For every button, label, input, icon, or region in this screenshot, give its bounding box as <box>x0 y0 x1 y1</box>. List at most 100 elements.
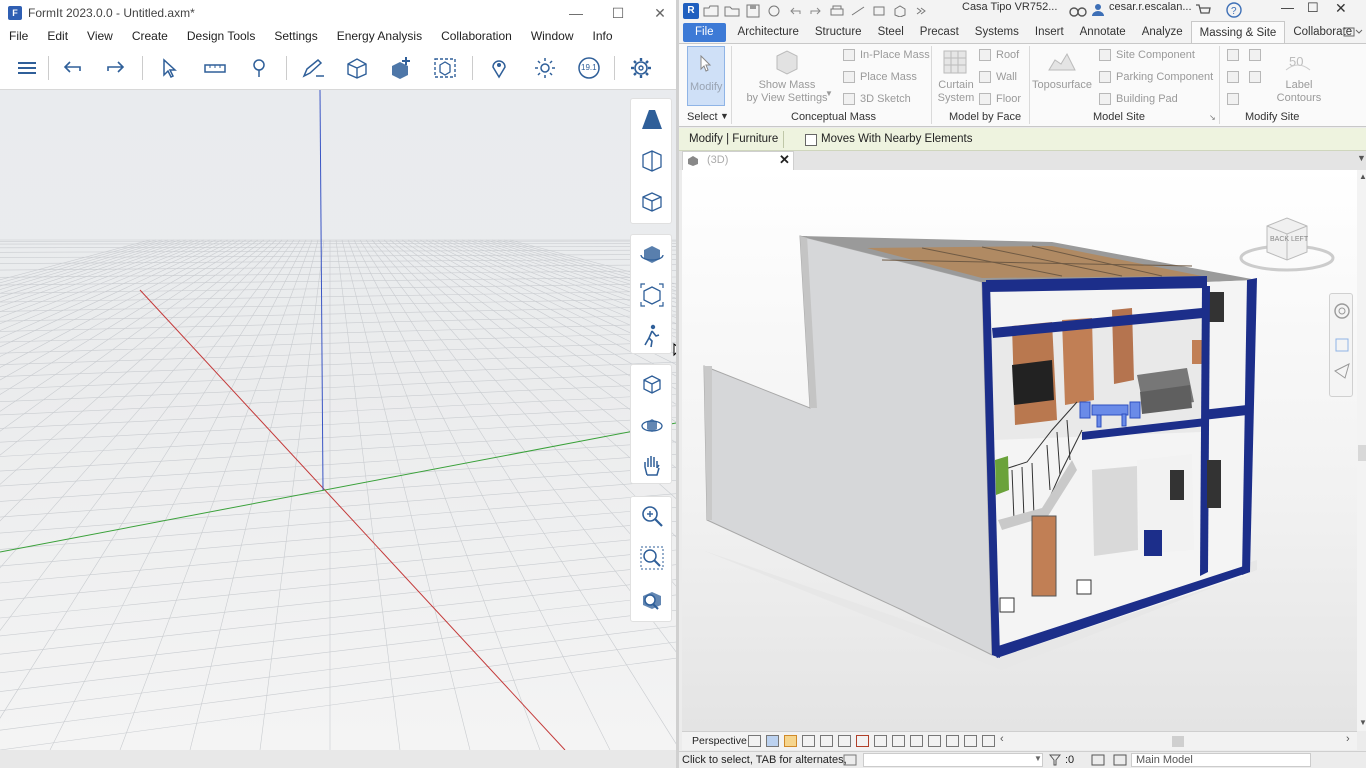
maximize-icon[interactable]: ☐ <box>598 0 638 26</box>
close-icon[interactable]: ✕ <box>640 0 676 26</box>
tag-icon[interactable] <box>870 4 888 18</box>
maximize-icon[interactable]: ☐ <box>1307 0 1319 16</box>
group-icon[interactable] <box>430 54 460 82</box>
wall-by-face-button[interactable]: Wall <box>979 71 1017 83</box>
open-icon[interactable] <box>702 4 720 18</box>
toposurface-button[interactable]: Toposurface <box>1031 79 1093 92</box>
parking-component-button[interactable]: Parking Component <box>1099 71 1213 83</box>
design-option-select[interactable]: ▼ <box>863 753 1043 767</box>
show-crop-icon[interactable] <box>856 735 869 747</box>
box-icon[interactable] <box>342 54 372 82</box>
open-folder-icon[interactable] <box>723 4 741 18</box>
tab-architecture[interactable]: Architecture <box>730 21 807 43</box>
visual-style-icon[interactable] <box>766 735 779 747</box>
view-cube-iso-icon[interactable] <box>637 187 667 217</box>
zoom-selection-icon[interactable] <box>637 585 667 615</box>
binoculars-icon[interactable] <box>1069 3 1087 17</box>
viewcube-back-label[interactable]: BACK <box>1270 236 1289 243</box>
close-icon[interactable]: ✕ <box>1335 0 1347 17</box>
crop-view-icon[interactable] <box>838 735 851 747</box>
formit-3d-canvas[interactable] <box>0 90 676 750</box>
active-workset-select[interactable]: Main Model <box>1131 753 1311 767</box>
property-line-button[interactable] <box>1249 71 1266 83</box>
scale-icon[interactable]: 19.1 <box>574 54 604 82</box>
merge-surfaces-button[interactable] <box>1249 49 1266 61</box>
temp-view-properties-icon[interactable] <box>928 735 941 747</box>
select-chevron-icon[interactable]: ▼ <box>720 111 729 121</box>
moves-with-nearby-checkbox[interactable] <box>805 134 817 146</box>
subregion-button[interactable] <box>1227 71 1244 83</box>
help-icon[interactable]: ? <box>1226 2 1242 18</box>
graded-region-button[interactable] <box>1227 93 1244 105</box>
select-dropdown[interactable]: Select <box>687 111 718 123</box>
tab-analyze[interactable]: Analyze <box>1134 21 1191 43</box>
paint-icon[interactable] <box>244 54 274 82</box>
zoom-extents-icon[interactable] <box>637 280 667 310</box>
sketch-icon[interactable] <box>298 54 328 82</box>
revit-logo-icon[interactable]: R <box>683 2 699 19</box>
split-surface-button[interactable] <box>1227 49 1244 61</box>
tab-precast[interactable]: Precast <box>912 21 967 43</box>
sync-icon[interactable] <box>765 4 783 18</box>
show-mass-button[interactable]: Show Mass by View Settings <box>737 79 837 105</box>
orbit-3d-icon[interactable] <box>637 410 667 440</box>
measure-icon[interactable] <box>200 54 230 82</box>
menu-info[interactable]: Info <box>584 29 623 43</box>
close-view-icon[interactable]: ✕ <box>779 152 790 168</box>
tab-massing-site[interactable]: Massing & Site <box>1190 21 1286 43</box>
minimize-icon[interactable]: — <box>1281 0 1294 15</box>
3d-sketch-button[interactable]: 3D Sketch <box>843 93 911 105</box>
place-mass-button[interactable]: Place Mass <box>843 71 917 83</box>
reveal-hidden-icon[interactable] <box>910 735 923 747</box>
menu-collaboration[interactable]: Collaboration <box>432 29 522 43</box>
menu-file[interactable]: File <box>0 29 38 43</box>
site-component-button[interactable]: Site Component <box>1099 49 1195 61</box>
user-name[interactable]: cesar.r.escalan... <box>1109 1 1192 13</box>
floor-by-face-button[interactable]: Floor <box>979 93 1021 105</box>
vertical-scroll-thumb[interactable] <box>1358 445 1366 461</box>
building-pad-button[interactable]: Building Pad <box>1099 93 1178 105</box>
redo-icon[interactable] <box>807 4 825 18</box>
h-scroll-left-icon[interactable]: ‹ <box>1000 733 1004 745</box>
sun-icon[interactable] <box>530 54 560 82</box>
view-projection-label[interactable]: Perspective <box>692 735 747 747</box>
scroll-up-icon[interactable]: ▲ <box>1359 172 1366 181</box>
reveal-constraints-icon[interactable] <box>982 735 995 747</box>
show-mass-icon[interactable] <box>773 48 801 76</box>
curtain-system-icon[interactable] <box>941 48 969 76</box>
menu-view[interactable]: View <box>78 29 123 43</box>
viewcube[interactable]: BACK LEFT <box>1235 208 1339 276</box>
view-tab-3d[interactable]: (3D) ✕ <box>682 151 794 170</box>
curtain-system-button[interactable]: Curtain System <box>933 79 979 105</box>
model-site-launcher-icon[interactable]: ↘ <box>1209 113 1216 122</box>
temp-hide-icon[interactable] <box>892 735 905 747</box>
in-place-mass-button[interactable]: In-Place Mass <box>843 49 930 61</box>
view-perspective-icon[interactable] <box>637 105 667 135</box>
add-component-icon[interactable] <box>386 54 416 82</box>
pan-icon[interactable] <box>637 451 667 481</box>
show-mass-chevron-icon[interactable]: ▼ <box>825 89 833 98</box>
menu-window[interactable]: Window <box>522 29 584 43</box>
orbit-icon[interactable] <box>637 239 667 269</box>
toposurface-icon[interactable] <box>1047 48 1077 76</box>
detail-level-icon[interactable] <box>748 735 761 747</box>
menu-settings[interactable]: Settings <box>265 29 327 43</box>
filter-icon[interactable] <box>1049 754 1061 766</box>
print-icon[interactable] <box>828 4 846 18</box>
highlight-displacement-icon[interactable] <box>964 735 977 747</box>
view-tabs-menu-icon[interactable]: ▼ <box>1357 153 1366 163</box>
select-icon[interactable] <box>154 54 184 82</box>
steering-wheel-icon[interactable] <box>1333 302 1351 320</box>
measure-icon[interactable] <box>849 4 867 18</box>
cart-icon[interactable] <box>1195 3 1211 17</box>
workset-icon[interactable] <box>1113 754 1127 766</box>
minimize-icon[interactable]: — <box>556 0 596 26</box>
zoom-window-icon[interactable] <box>637 543 667 573</box>
viewcube-left-label[interactable]: LEFT <box>1291 236 1308 243</box>
tab-structure[interactable]: Structure <box>807 21 870 43</box>
worksharing-icon[interactable] <box>843 754 857 766</box>
user-icon[interactable] <box>1091 3 1105 17</box>
sun-path-icon[interactable] <box>784 735 797 747</box>
save-icon[interactable] <box>744 4 762 18</box>
walk-icon[interactable] <box>637 321 667 351</box>
